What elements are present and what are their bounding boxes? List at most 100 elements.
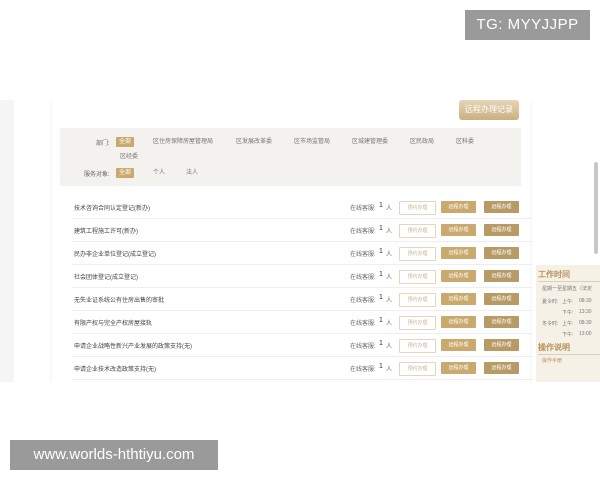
- remote-apply-button[interactable]: 远程办理: [484, 247, 519, 259]
- service-row: 申请企业战略性新兴产业发展的政策支持(无) 在线客服: 1 人 预约办理 远程办…: [72, 334, 532, 357]
- online-label: 在线客服:: [350, 206, 376, 212]
- am-label: 上午:: [562, 299, 574, 305]
- service-row: 民办非企业单位登记(成立登记) 在线客服: 1 人 预约办理 远程办理 远程办理: [72, 242, 532, 265]
- filter-panel: 部门: 全部 区住房保障房屋管理局 区发展改革委 区市场监管局 区城建管理委 区…: [60, 128, 521, 186]
- dept-chip-market[interactable]: 区市场监管局: [291, 137, 333, 147]
- appointment-button[interactable]: 预约办理: [399, 293, 436, 307]
- am-time-2: 08:30: [579, 320, 592, 326]
- am-time: 08:30: [579, 298, 592, 304]
- service-row: 社会团体登记(成立登记) 在线客服: 1 人 预约办理 远程办理 远程办理: [72, 265, 532, 288]
- service-row: 有限产权与完全产权房屋接轨 在线客服: 1 人 预约办理 远程办理 远程办理: [72, 311, 532, 334]
- remote-button[interactable]: 远程办理: [441, 293, 476, 305]
- service-name[interactable]: 建筑工程施工许可(新办): [74, 226, 138, 235]
- remote-button[interactable]: 远程办理: [441, 201, 476, 213]
- remote-button[interactable]: 远程办理: [441, 339, 476, 351]
- appointment-button[interactable]: 预约办理: [399, 339, 436, 353]
- online-unit: 人: [386, 298, 393, 304]
- watermark-bottom: www.worlds-hthtiyu.com: [10, 440, 218, 470]
- online-label: 在线客服:: [350, 229, 376, 235]
- remote-apply-button[interactable]: 远程办理: [484, 316, 519, 328]
- dept-chip-economy[interactable]: 区经委: [117, 152, 141, 162]
- online-count: 1: [379, 202, 383, 209]
- remote-button[interactable]: 远程办理: [441, 362, 476, 374]
- operation-title: 操作说明: [538, 343, 570, 352]
- sidebar-panel: 工作时间 星期一至星期五（法定 夏令时: 上午: 08:30 下午: 13:30…: [536, 265, 600, 382]
- online-unit: 人: [386, 344, 393, 350]
- online-label: 在线客服:: [350, 367, 376, 373]
- remote-button[interactable]: 远程办理: [441, 247, 476, 259]
- appointment-button[interactable]: 预约办理: [399, 316, 436, 330]
- online-count: 1: [379, 317, 383, 324]
- appointment-button[interactable]: 预约办理: [399, 224, 436, 238]
- service-name[interactable]: 申请企业战略性新兴产业发展的政策支持(无): [74, 341, 192, 350]
- online-count: 1: [379, 294, 383, 301]
- online-unit: 人: [386, 367, 393, 373]
- scrollbar[interactable]: [594, 162, 598, 254]
- watermark-top: TG: MYYJJPP: [465, 10, 590, 40]
- service-row: 申请企业技术改造政策支持(无) 在线客服: 1 人 预约办理 远程办理 远程办理: [72, 357, 532, 380]
- remote-button[interactable]: 远程办理: [441, 224, 476, 236]
- online-label: 在线客服:: [350, 321, 376, 327]
- manual-link[interactable]: 操作手册: [542, 357, 562, 364]
- service-name[interactable]: 技术咨询合同认定登记(新办): [74, 203, 150, 212]
- online-label: 在线客服:: [350, 344, 376, 350]
- remote-apply-button[interactable]: 远程办理: [484, 270, 519, 282]
- target-chip-person[interactable]: 个人: [150, 168, 168, 178]
- service-name[interactable]: 无失业证系统公有住房出售的审批: [74, 295, 164, 304]
- appointment-button[interactable]: 预约办理: [399, 247, 436, 261]
- remote-apply-button[interactable]: 远程办理: [484, 362, 519, 374]
- remote-apply-button[interactable]: 远程办理: [484, 201, 519, 213]
- dept-chip-development[interactable]: 区发展改革委: [233, 137, 275, 147]
- online-unit: 人: [386, 206, 393, 212]
- online-label: 在线客服:: [350, 275, 376, 281]
- online-label: 在线客服:: [350, 252, 376, 258]
- online-unit: 人: [386, 321, 393, 327]
- dept-chip-construction[interactable]: 区城建管理委: [349, 137, 391, 147]
- work-time-title: 工作时间: [538, 270, 570, 279]
- appointment-button[interactable]: 预约办理: [399, 201, 436, 215]
- online-unit: 人: [386, 252, 393, 258]
- left-edge: [0, 100, 14, 382]
- online-count: 1: [379, 225, 383, 232]
- divider: [538, 281, 600, 282]
- service-label: 服务对象:: [84, 172, 110, 178]
- service-name[interactable]: 有限产权与完全产权房屋接轨: [74, 318, 152, 327]
- service-row: 无失业证系统公有住房出售的审批 在线客服: 1 人 预约办理 远程办理 远程办理: [72, 288, 532, 311]
- appointment-button[interactable]: 预约办理: [399, 362, 436, 376]
- service-row: 建筑工程施工许可(新办) 在线客服: 1 人 预约办理 远程办理 远程办理: [72, 219, 532, 242]
- remote-button[interactable]: 远程办理: [441, 316, 476, 328]
- dept-chip-science[interactable]: 区科委: [453, 137, 477, 147]
- remote-apply-button[interactable]: 远程办理: [484, 339, 519, 351]
- summer-label: 冬令时:: [542, 321, 559, 327]
- remote-record-button[interactable]: 远程办理记录: [459, 100, 519, 120]
- online-count: 1: [379, 271, 383, 278]
- online-count: 1: [379, 340, 383, 347]
- online-unit: 人: [386, 275, 393, 281]
- dept-chip-housing[interactable]: 区住房保障房屋管理局: [150, 137, 216, 147]
- pm-label: 下午:: [562, 310, 574, 316]
- service-list: 技术咨询合同认定登记(新办) 在线客服: 1 人 预约办理 远程办理 远程办理 …: [72, 196, 532, 380]
- service-name[interactable]: 社会团体登记(成立登记): [74, 272, 138, 281]
- winter-label: 夏令时:: [542, 299, 559, 305]
- pm-time-2: 13:00: [579, 331, 592, 337]
- online-label: 在线客服:: [350, 298, 376, 304]
- remote-button[interactable]: 远程办理: [441, 270, 476, 282]
- department-label: 部门:: [96, 141, 110, 147]
- dept-chip-civil[interactable]: 区民政局: [407, 137, 437, 147]
- pm-time: 13:30: [579, 309, 592, 315]
- weekdays-text: 星期一至星期五（法定: [542, 286, 593, 292]
- am-label-2: 上午:: [562, 321, 574, 327]
- service-row: 技术咨询合同认定登记(新办) 在线客服: 1 人 预约办理 远程办理 远程办理: [72, 196, 532, 219]
- service-name[interactable]: 民办非企业单位登记(成立登记): [74, 249, 156, 258]
- remote-apply-button[interactable]: 远程办理: [484, 293, 519, 305]
- appointment-button[interactable]: 预约办理: [399, 270, 436, 284]
- online-unit: 人: [386, 229, 393, 235]
- dept-chip-all[interactable]: 全部: [116, 137, 135, 147]
- remote-apply-button[interactable]: 远程办理: [484, 224, 519, 236]
- service-page: 远程办理记录 部门: 全部 区住房保障房屋管理局 区发展改革委 区市场监管局 区…: [0, 100, 600, 382]
- online-count: 1: [379, 363, 383, 370]
- target-chip-legal[interactable]: 法人: [183, 168, 201, 178]
- target-chip-all[interactable]: 全部: [116, 168, 135, 178]
- online-count: 1: [379, 248, 383, 255]
- service-name[interactable]: 申请企业技术改造政策支持(无): [74, 364, 156, 373]
